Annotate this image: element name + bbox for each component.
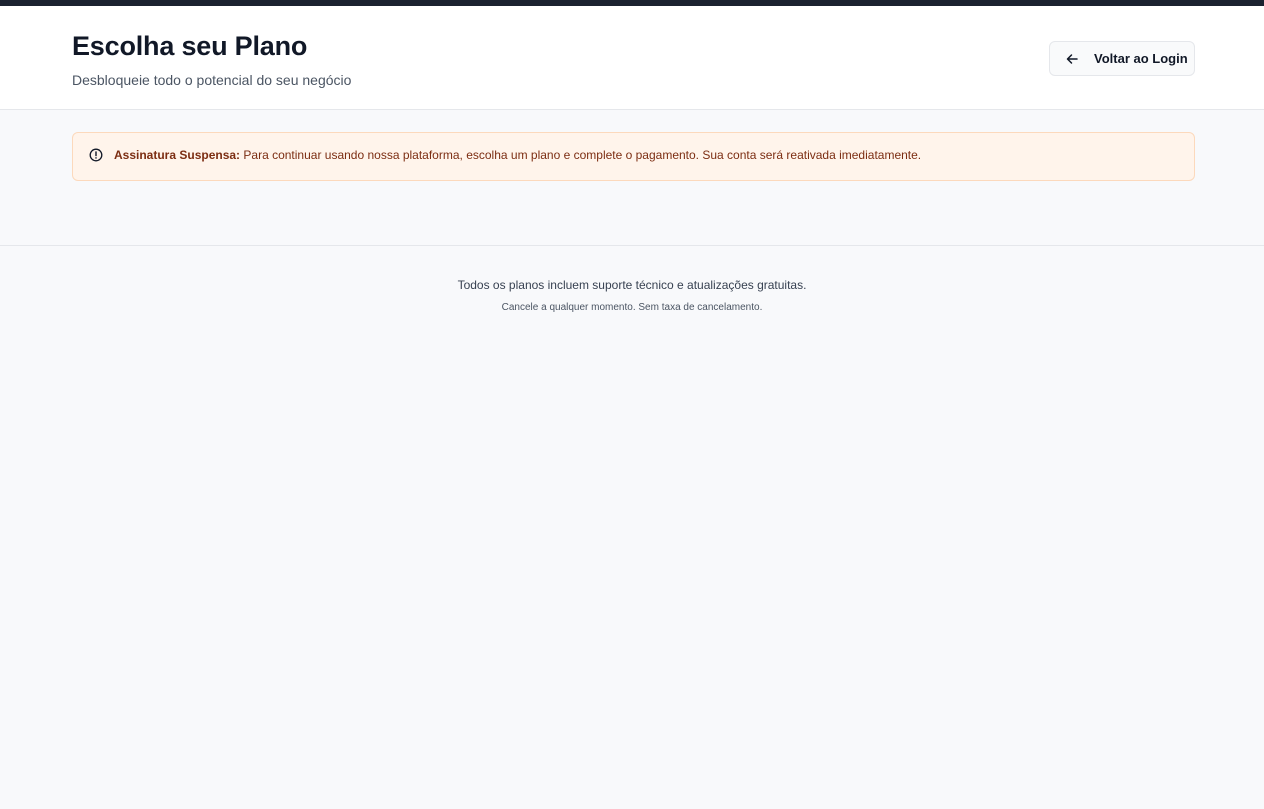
alert-circle-icon	[88, 147, 104, 163]
back-to-login-button[interactable]: Voltar ao Login	[1049, 41, 1195, 76]
arrow-left-icon	[1064, 51, 1080, 67]
page-subtitle: Desbloqueie todo o potencial do seu negó…	[72, 72, 352, 88]
footer-cancel-note: Cancele a qualquer momento. Sem taxa de …	[501, 302, 763, 313]
footer-support-note: Todos os planos incluem suporte técnico …	[457, 278, 807, 292]
alert-title: Assinatura Suspensa:	[114, 147, 241, 162]
alert-text: Assinatura Suspensa: Para continuar usan…	[114, 147, 921, 163]
page-header: Escolha seu Plano Desbloqueie todo o pot…	[0, 6, 1264, 110]
main-content: Assinatura Suspensa: Para continuar usan…	[0, 110, 1264, 246]
header-text-group: Escolha seu Plano Desbloqueie todo o pot…	[72, 30, 351, 89]
page-title: Escolha seu Plano	[72, 31, 308, 61]
subscription-suspended-alert: Assinatura Suspensa: Para continuar usan…	[72, 132, 1195, 181]
back-to-login-label: Voltar ao Login	[1094, 51, 1188, 66]
page-footer: Todos os planos incluem suporte técnico …	[0, 246, 1264, 315]
alert-message: Para continuar usando nossa plataforma, …	[243, 147, 922, 162]
